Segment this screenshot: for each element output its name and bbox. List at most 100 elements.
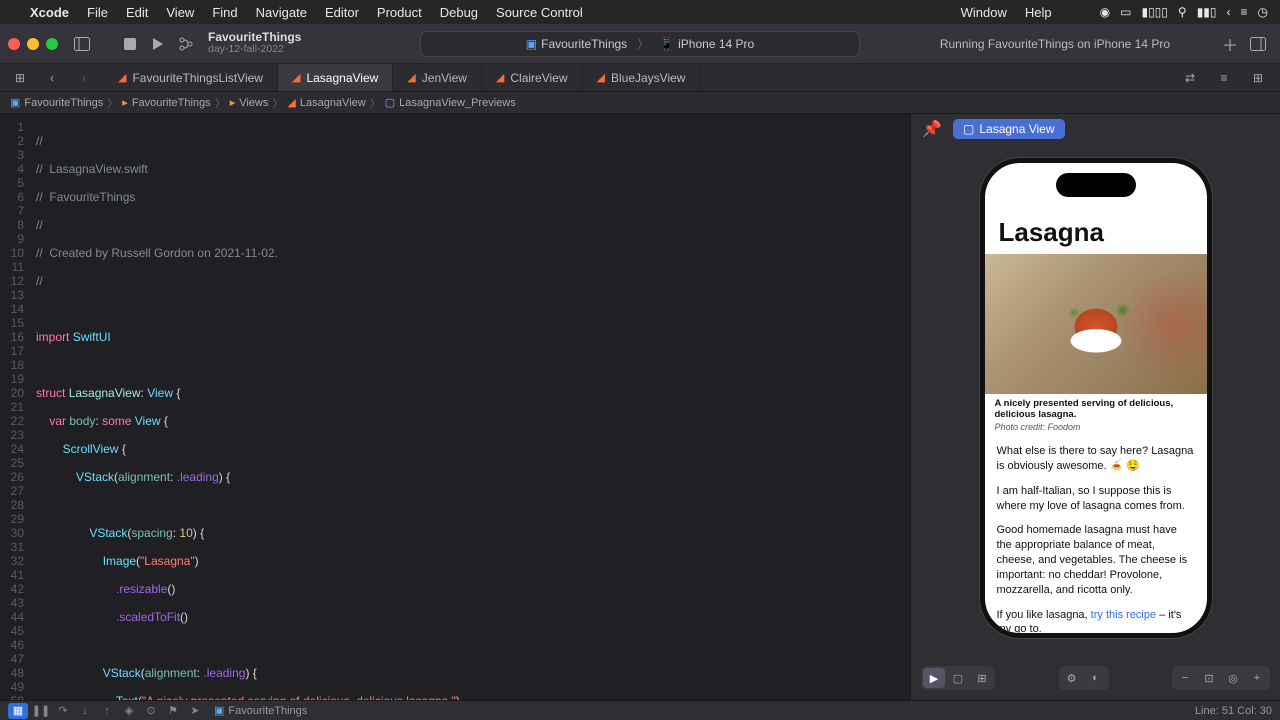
device-settings-icon[interactable]: ⚙ <box>1061 668 1083 688</box>
menu-edit[interactable]: Edit <box>126 5 148 20</box>
line-gutter: 123456789 10111213141516171819 202122232… <box>0 114 30 700</box>
run-destination: iPhone 14 Pro <box>678 37 754 51</box>
tab-bluejaysview[interactable]: ◢ BlueJaysView <box>583 64 701 91</box>
menu-help[interactable]: Help <box>1025 5 1052 20</box>
preview-settings-icon[interactable]: ◐ <box>1085 668 1107 688</box>
cursor-position: Line: 51 Col: 30 <box>1195 705 1272 717</box>
tab-label: JenView <box>422 71 467 85</box>
variants-icon[interactable]: ⊞ <box>971 668 993 688</box>
project-subtitle: day-12-fall-2022 <box>208 44 301 56</box>
debug-toggle-icon[interactable]: ▦ <box>8 703 28 719</box>
wifi-icon[interactable]: ⚲ <box>1178 5 1187 19</box>
canvas-preview: 📌 ▢ Lasagna View Lasagna A nicely presen… <box>910 114 1280 700</box>
tab-claireview[interactable]: ◢ClaireView <box>482 64 583 91</box>
library-icon[interactable] <box>1246 32 1270 56</box>
memory-graph-icon[interactable]: ⊙ <box>142 703 160 719</box>
display-icon[interactable]: ▭ <box>1120 5 1131 19</box>
recipe-link[interactable]: try this recipe <box>1091 609 1156 621</box>
preview-selector[interactable]: ▢ Lasagna View <box>953 119 1065 139</box>
project-title: FavouriteThings day-12-fall-2022 <box>208 31 301 56</box>
swift-icon: ◢ <box>292 71 300 84</box>
add-tab-icon[interactable]: ＋ <box>1218 32 1242 56</box>
tab-label: BlueJaysView <box>611 71 685 85</box>
crumb[interactable]: FavouriteThings <box>24 97 103 109</box>
related-items-icon[interactable]: ⊞ <box>8 66 32 90</box>
view-debug-icon[interactable]: ◈ <box>120 703 138 719</box>
swift-icon: ◢ <box>287 96 295 109</box>
activity-status: Running FavouriteThings on iPhone 14 Pro <box>940 37 1170 51</box>
now-playing-icon[interactable]: ≡ <box>1241 5 1248 19</box>
zoom-out-icon[interactable]: − <box>1174 668 1196 688</box>
back-icon[interactable]: ‹ <box>1227 5 1231 19</box>
environment-icon[interactable]: ⚑ <box>164 703 182 719</box>
live-mode-icon[interactable]: ▶ <box>923 668 945 688</box>
screen-record-icon[interactable]: ◉ <box>1100 5 1110 19</box>
step-over-icon[interactable]: ↷ <box>54 703 72 719</box>
menu-product[interactable]: Product <box>377 5 422 20</box>
zoom-fit-icon[interactable]: ⊡ <box>1198 668 1220 688</box>
stop-button[interactable] <box>118 32 142 56</box>
menu-find[interactable]: Find <box>212 5 237 20</box>
canvas-toolbar: ▶ ▢ ⊞ ⚙ ◐ − ⊡ ◎ + <box>911 666 1280 690</box>
pin-preview-icon[interactable]: 📌 <box>921 118 943 140</box>
device-frame: Lasagna A nicely presented serving of de… <box>980 158 1212 638</box>
nav-forward-icon[interactable]: › <box>72 66 96 90</box>
zoom-in-icon[interactable]: + <box>1246 668 1268 688</box>
editor-tabbar: ⊞ ‹ › ◢FavouriteThingsListView ◢ LasagnaV… <box>0 64 1280 92</box>
crumb[interactable]: FavouriteThings <box>132 97 211 109</box>
scheme-name: FavouriteThings <box>541 37 627 51</box>
tab-label: LasagnaView <box>306 71 378 85</box>
run-button[interactable] <box>146 32 170 56</box>
adjust-editor-icon[interactable]: ≡ <box>1212 66 1236 90</box>
battery-icon[interactable]: ▮▮▯ <box>1197 5 1217 19</box>
debug-target[interactable]: FavouriteThings <box>228 705 307 717</box>
menu-window[interactable]: Window <box>961 5 1007 20</box>
crumb[interactable]: LasagnaView <box>300 97 366 109</box>
volume-bars-icon[interactable]: ▮▯▯▯ <box>1141 5 1167 19</box>
struct-icon: ▢ <box>385 96 395 109</box>
menu-debug[interactable]: Debug <box>440 5 478 20</box>
scheme-selector[interactable]: ▣ FavouriteThings 〉 📱 iPhone 14 Pro <box>420 31 860 57</box>
crumb[interactable]: LasagnaView_Previews <box>399 97 516 109</box>
minimize-window[interactable] <box>27 38 39 50</box>
folder-icon: ▸ <box>122 96 128 109</box>
preview-content[interactable]: Lasagna A nicely presented serving of de… <box>985 163 1207 633</box>
menu-editor[interactable]: Editor <box>325 5 359 20</box>
menu-navigate[interactable]: Navigate <box>256 5 307 20</box>
target-icon: ▣ <box>214 704 224 717</box>
close-window[interactable] <box>8 38 20 50</box>
clock-icon[interactable]: ◷ <box>1258 5 1268 19</box>
tab-jenview[interactable]: ◢JenView <box>393 64 482 91</box>
selectable-mode-icon[interactable]: ▢ <box>947 668 969 688</box>
folder-icon: ▸ <box>230 96 236 109</box>
swift-icon: ◢ <box>597 71 605 84</box>
pause-icon[interactable]: ❚❚ <box>32 703 50 719</box>
tab-favouritethingslistview[interactable]: ◢FavouriteThingsListView <box>104 64 278 91</box>
step-in-icon[interactable]: ↓ <box>76 703 94 719</box>
zoom-actual-icon[interactable]: ◎ <box>1222 668 1244 688</box>
menu-file[interactable]: File <box>87 5 108 20</box>
lasagna-image <box>985 254 1207 394</box>
add-editor-icon[interactable]: ⊞ <box>1246 66 1270 90</box>
status-tray: ◉ ▭ ▮▯▯▯ ⚲ ▮▮▯ ‹ ≡ ◷ <box>1100 5 1268 19</box>
app-menu[interactable]: Xcode <box>30 5 69 20</box>
body-text: What else is there to say here? Lasagna … <box>985 440 1207 633</box>
location-icon[interactable]: ➤ <box>186 703 204 719</box>
editor-layout-icon[interactable]: ⇄ <box>1178 66 1202 90</box>
source-editor[interactable]: 123456789 10111213141516171819 202122232… <box>0 114 910 700</box>
jump-bar[interactable]: ▣FavouriteThings 〉 ▸FavouriteThings 〉 ▸V… <box>0 92 1280 114</box>
photo-credit: Photo credit: Foodom <box>985 422 1207 440</box>
xcode-toolbar: FavouriteThings day-12-fall-2022 ▣ Favou… <box>0 24 1280 64</box>
zoom-window[interactable] <box>46 38 58 50</box>
code-area[interactable]: // // LasagnaView.swift // FavouriteThin… <box>30 114 460 700</box>
swift-icon: ◢ <box>496 71 504 84</box>
toggle-navigator-icon[interactable] <box>70 32 94 56</box>
swift-icon: ◢ <box>118 71 126 84</box>
step-out-icon[interactable]: ↑ <box>98 703 116 719</box>
menu-view[interactable]: View <box>166 5 194 20</box>
scheme-branch-icon[interactable] <box>174 32 198 56</box>
crumb[interactable]: Views <box>239 97 268 109</box>
menu-source-control[interactable]: Source Control <box>496 5 583 20</box>
nav-back-icon[interactable]: ‹ <box>40 66 64 90</box>
tab-lasagnaview[interactable]: ◢ LasagnaView <box>278 64 393 91</box>
